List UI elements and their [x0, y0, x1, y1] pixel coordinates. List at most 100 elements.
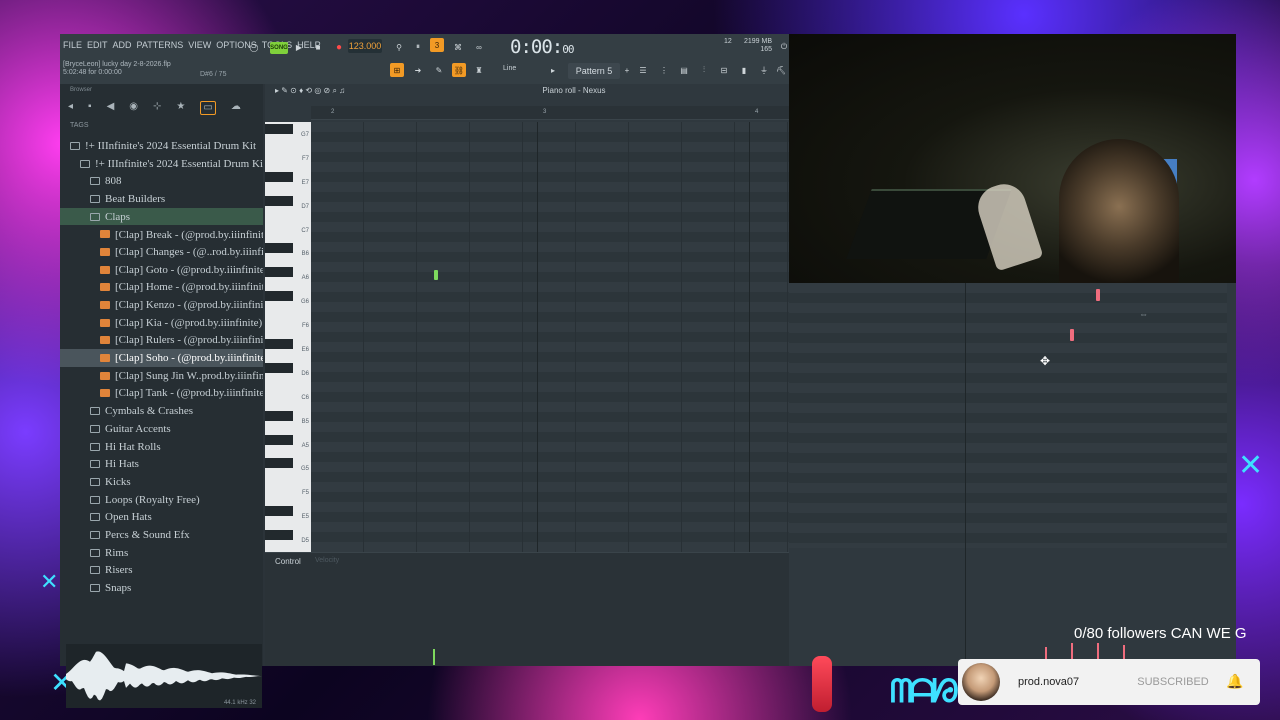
blend-icon[interactable]: ⌘	[451, 40, 465, 54]
line-mode-select[interactable]: Line	[503, 65, 516, 72]
bell-icon[interactable]: 🔔	[1226, 673, 1244, 691]
cloud-icon[interactable]: ☁	[231, 101, 241, 115]
countdown-icon[interactable]: 3	[430, 38, 444, 52]
record-icon[interactable]: ●	[332, 40, 346, 54]
note-grid-extended[interactable]	[789, 283, 1227, 548]
menu-patterns[interactable]: PATTERNS	[137, 40, 184, 50]
tools-icon[interactable]: ⛏	[774, 63, 788, 77]
sample-item[interactable]: [Clap] Tank - (@prod.by.iiinfinite)	[60, 385, 263, 403]
subscribed-button[interactable]: SUBSCRIBED	[1136, 672, 1210, 692]
timeline-ruler[interactable]: 2 3 4	[311, 106, 789, 120]
playlist-icon[interactable]: ☰	[636, 63, 650, 77]
folder-item[interactable]: Snaps	[60, 579, 263, 597]
note[interactable]	[434, 270, 438, 280]
sample-item[interactable]: [Clap] Rulers - (@prod.by.iiinfinite)	[60, 332, 263, 350]
menu-add[interactable]: ADD	[113, 40, 132, 50]
black-key[interactable]	[265, 195, 293, 206]
mixer-icon[interactable]: ⫶	[697, 63, 711, 77]
channel-rack-icon[interactable]: ⋮	[657, 63, 671, 77]
file-icon[interactable]: ▮	[737, 63, 751, 77]
brush-icon[interactable]: ♜	[472, 63, 486, 77]
folder-item[interactable]: !+ IIInfinite's 2024 Essential Drum Kit	[60, 137, 263, 155]
black-key[interactable]	[265, 339, 293, 349]
plugin-icon[interactable]: ⊹	[153, 101, 161, 115]
pattern-selector[interactable]: Pattern 5	[568, 63, 620, 79]
target-icon[interactable]: ◉	[129, 101, 138, 115]
back-icon[interactable]: ◂	[68, 101, 73, 115]
black-key[interactable]	[265, 410, 293, 421]
key-label: E6	[301, 347, 309, 353]
menu-file[interactable]: FILE	[63, 40, 82, 50]
link-icon[interactable]: ⛓	[452, 63, 466, 77]
folder-item[interactable]: Risers	[60, 562, 263, 580]
folder-item[interactable]: Rims	[60, 544, 263, 562]
folder-item[interactable]: Beat Builders	[60, 190, 263, 208]
folder-item[interactable]: Open Hats	[60, 508, 263, 526]
tempo-display[interactable]: 123.000	[348, 39, 382, 53]
key-label: B6	[301, 251, 309, 258]
pattern-prev-icon[interactable]: ▸	[546, 63, 560, 77]
play-icon[interactable]: ▶	[292, 40, 306, 54]
black-key[interactable]	[265, 171, 293, 182]
menu-view[interactable]: VIEW	[188, 40, 211, 50]
speaker-icon[interactable]: ◀	[107, 101, 115, 115]
folder-icon[interactable]: ▭	[200, 101, 216, 115]
note[interactable]	[1070, 329, 1074, 341]
folder-item[interactable]: Hi Hat Rolls	[60, 438, 263, 456]
arrow-icon[interactable]: ➜	[411, 63, 425, 77]
note-grid[interactable]	[311, 122, 789, 552]
star-icon[interactable]: ★	[176, 101, 185, 115]
black-key[interactable]	[265, 267, 293, 278]
wait-icon[interactable]: ⏸	[411, 40, 425, 54]
velocity-bar[interactable]	[433, 649, 435, 665]
black-key[interactable]	[265, 243, 293, 254]
black-key[interactable]	[265, 530, 293, 541]
stop-icon[interactable]: ■	[311, 40, 325, 54]
sample-item[interactable]: [Clap] Kenzo - (@prod.by.iiinfinite)	[60, 296, 263, 314]
pencil-icon[interactable]: ✎	[432, 63, 446, 77]
sample-item[interactable]: [Clap] Kia - (@prod.by.iiinfinite)	[60, 314, 263, 332]
sample-item[interactable]: [Clap] Home - (@prod.by.iiinfinite)	[60, 279, 263, 297]
black-key[interactable]	[265, 458, 293, 469]
menu-edit[interactable]: EDIT	[87, 40, 108, 50]
sample-item[interactable]: [Clap] Goto - (@prod.by.iiinfinite)	[60, 261, 263, 279]
sample-item[interactable]: [Clap] Break - (@prod.by.iiinfinite)★	[60, 225, 263, 243]
piano-roll-icon[interactable]: ▤	[677, 63, 691, 77]
sample-item[interactable]: [Clap] Soho - (@prod.by.iiinfinite)	[60, 349, 263, 367]
folder-item[interactable]: Hi Hats	[60, 455, 263, 473]
folder-item[interactable]: Loops (Royalty Free)	[60, 491, 263, 509]
key-label: B5	[301, 418, 309, 425]
black-key[interactable]	[265, 124, 293, 134]
piano-roll-menu-icon[interactable]: ▸ ✎ ⊙ ♦ ⟲ ◎ ⊘ ⌕ ♫	[275, 86, 345, 95]
bar-line	[749, 122, 750, 552]
folder-item[interactable]: !+ IIInfinite's 2024 Essential Drum Kit	[60, 155, 263, 173]
note[interactable]	[1096, 289, 1100, 301]
folder-item[interactable]: Cymbals & Crashes	[60, 402, 263, 420]
black-key[interactable]	[265, 506, 293, 517]
control-label[interactable]: Control	[275, 557, 301, 566]
loop-icon[interactable]: ◯	[247, 40, 261, 54]
sample-item[interactable]: [Clap] Changes - (@..rod.by.iiinfinite)	[60, 243, 263, 261]
browser-icon[interactable]: ⊟	[717, 63, 731, 77]
plugin-icon[interactable]: ⏚	[757, 63, 771, 77]
audio-file-icon	[100, 247, 110, 256]
key-label: D5	[301, 538, 309, 545]
black-key[interactable]	[265, 362, 293, 373]
black-key[interactable]	[265, 434, 293, 445]
folder-item[interactable]: Percs & Sound Efx	[60, 526, 263, 544]
tree-item-label: [Clap] Tank - (@prod.by.iiinfinite)	[115, 387, 263, 400]
sample-item[interactable]: [Clap] Sung Jin W..prod.by.iiinfinite)	[60, 367, 263, 385]
folder-item[interactable]: Kicks	[60, 473, 263, 491]
snap-icon[interactable]: ⊞	[390, 63, 404, 77]
file-icon[interactable]: ▪	[88, 101, 92, 115]
loop-record-icon[interactable]: ∞	[472, 40, 486, 54]
metronome-icon[interactable]: ⚲	[392, 40, 406, 54]
folder-item[interactable]: Guitar Accents	[60, 420, 263, 438]
song-mode-button[interactable]: SONG	[270, 42, 288, 54]
folder-item[interactable]: 808	[60, 172, 263, 190]
key-label: A6	[301, 275, 309, 282]
piano-keyboard[interactable]: G7 F7 E7 D7 C7 B6 A6 G6 F6 E6 D6 C6 B5 A5 G5 F5 E5 D5	[265, 122, 311, 552]
add-pattern-icon[interactable]: +	[620, 63, 634, 77]
black-key[interactable]	[265, 291, 293, 302]
folder-item[interactable]: Claps	[60, 207, 263, 226]
